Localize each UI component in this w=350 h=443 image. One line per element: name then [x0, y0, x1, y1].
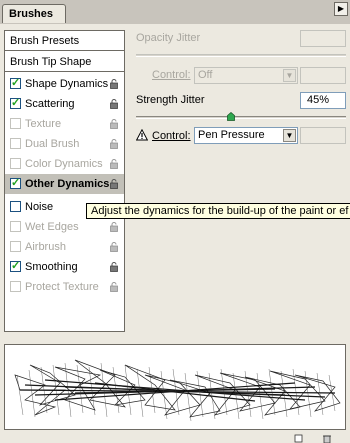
checkbox-smoothing[interactable]: [10, 258, 21, 274]
list-item-label: Shape Dynamics: [25, 78, 109, 90]
checkbox-scattering[interactable]: [10, 95, 21, 111]
lock-icon[interactable]: [110, 159, 118, 169]
list-item-label: Wet Edges: [25, 221, 79, 233]
tooltip: Adjust the dynamics for the build-up of …: [86, 203, 350, 219]
lock-icon[interactable]: [110, 79, 118, 89]
opacity-jitter-label: Opacity Jitter: [136, 32, 201, 44]
checkbox-protect-texture[interactable]: [10, 281, 21, 292]
checkbox-texture[interactable]: [10, 118, 21, 129]
list-item-brush-tip-shape[interactable]: Brush Tip Shape: [5, 52, 124, 72]
opacity-control-select[interactable]: Off ▼: [194, 67, 298, 84]
list-item-wet-edges[interactable]: Wet Edges: [5, 217, 124, 237]
list-item-label: Dual Brush: [25, 138, 80, 150]
strength-control-select[interactable]: Pen Pressure ▼: [194, 127, 298, 144]
list-item-color-dynamics[interactable]: Color Dynamics: [5, 154, 124, 174]
strength-control-value: Pen Pressure: [198, 129, 265, 141]
brush-stroke-image: [14, 359, 341, 422]
list-item-label: Smoothing: [25, 261, 78, 273]
strength-jitter-slider-thumb[interactable]: [226, 112, 235, 121]
list-item-protect-texture[interactable]: Protect Texture: [5, 277, 124, 297]
list-item-label: Noise: [25, 201, 54, 213]
list-item-label: Color Dynamics: [25, 158, 103, 170]
lock-icon[interactable]: [110, 262, 118, 272]
checkbox-dual-brush[interactable]: [10, 138, 21, 149]
list-item-scattering[interactable]: Scattering: [5, 94, 124, 114]
list-item-label: Airbrush: [25, 241, 66, 253]
opacity-control-label: Control:: [152, 69, 191, 81]
lock-icon[interactable]: [110, 99, 118, 109]
strength-control-label: Control:: [152, 130, 191, 142]
list-item-other-dynamics[interactable]: Other Dynamics: [5, 174, 124, 194]
list-item-label: Other Dynamics: [25, 178, 110, 190]
list-item-dual-brush[interactable]: Dual Brush: [5, 134, 124, 154]
list-item-smoothing[interactable]: Smoothing: [5, 257, 124, 277]
strength-jitter-label: Strength Jitter: [136, 94, 205, 106]
panel-bottom-bar: [0, 434, 350, 443]
list-item-texture[interactable]: Texture: [5, 114, 124, 134]
tab-brushes[interactable]: Brushes: [2, 4, 66, 23]
chevron-down-icon[interactable]: ▼: [283, 129, 296, 142]
chevron-down-icon[interactable]: ▼: [283, 69, 296, 82]
list-item-brush-presets[interactable]: Brush Presets: [5, 31, 124, 51]
list-item-label: Scattering: [25, 98, 75, 110]
list-item-label: Brush Presets: [10, 35, 80, 47]
flyout-menu-icon[interactable]: ▶: [334, 2, 348, 16]
panel-tabbar: Brushes ▶: [0, 0, 350, 25]
lock-icon[interactable]: [110, 222, 118, 232]
trash-icon[interactable]: [322, 434, 332, 443]
create-new-preset-icon[interactable]: [294, 434, 304, 443]
lock-icon[interactable]: [110, 179, 118, 189]
brush-options-list: Brush Presets Brush Tip Shape Shape Dyna…: [4, 30, 125, 332]
checkbox-color-dynamics[interactable]: [10, 158, 21, 169]
opacity-jitter-slider[interactable]: [136, 54, 346, 57]
brush-stroke-preview: [4, 344, 346, 430]
list-item-label: Texture: [25, 118, 62, 130]
checkbox-other-dynamics[interactable]: [10, 175, 21, 191]
list-item-airbrush[interactable]: Airbrush: [5, 237, 124, 257]
list-item-label: Brush Tip Shape: [10, 56, 92, 68]
checkbox-wet-edges[interactable]: [10, 221, 21, 232]
lock-icon[interactable]: [110, 282, 118, 292]
opacity-control-value: Off: [198, 69, 213, 81]
strength-jitter-slider[interactable]: [136, 116, 346, 119]
strength-control-field[interactable]: [300, 127, 346, 144]
opacity-jitter-field[interactable]: [300, 30, 346, 47]
lock-icon[interactable]: [110, 139, 118, 149]
lock-icon[interactable]: [110, 119, 118, 129]
strength-jitter-field[interactable]: 45%: [300, 92, 346, 109]
list-item-shape-dynamics[interactable]: Shape Dynamics: [5, 74, 124, 94]
opacity-control-field[interactable]: [300, 67, 346, 84]
checkbox-airbrush[interactable]: [10, 241, 21, 252]
warning-icon: [136, 129, 148, 141]
list-item-label: Protect Texture: [25, 281, 99, 293]
checkbox-shape-dynamics[interactable]: [10, 75, 21, 91]
checkbox-noise[interactable]: [10, 201, 21, 212]
lock-icon[interactable]: [110, 242, 118, 252]
